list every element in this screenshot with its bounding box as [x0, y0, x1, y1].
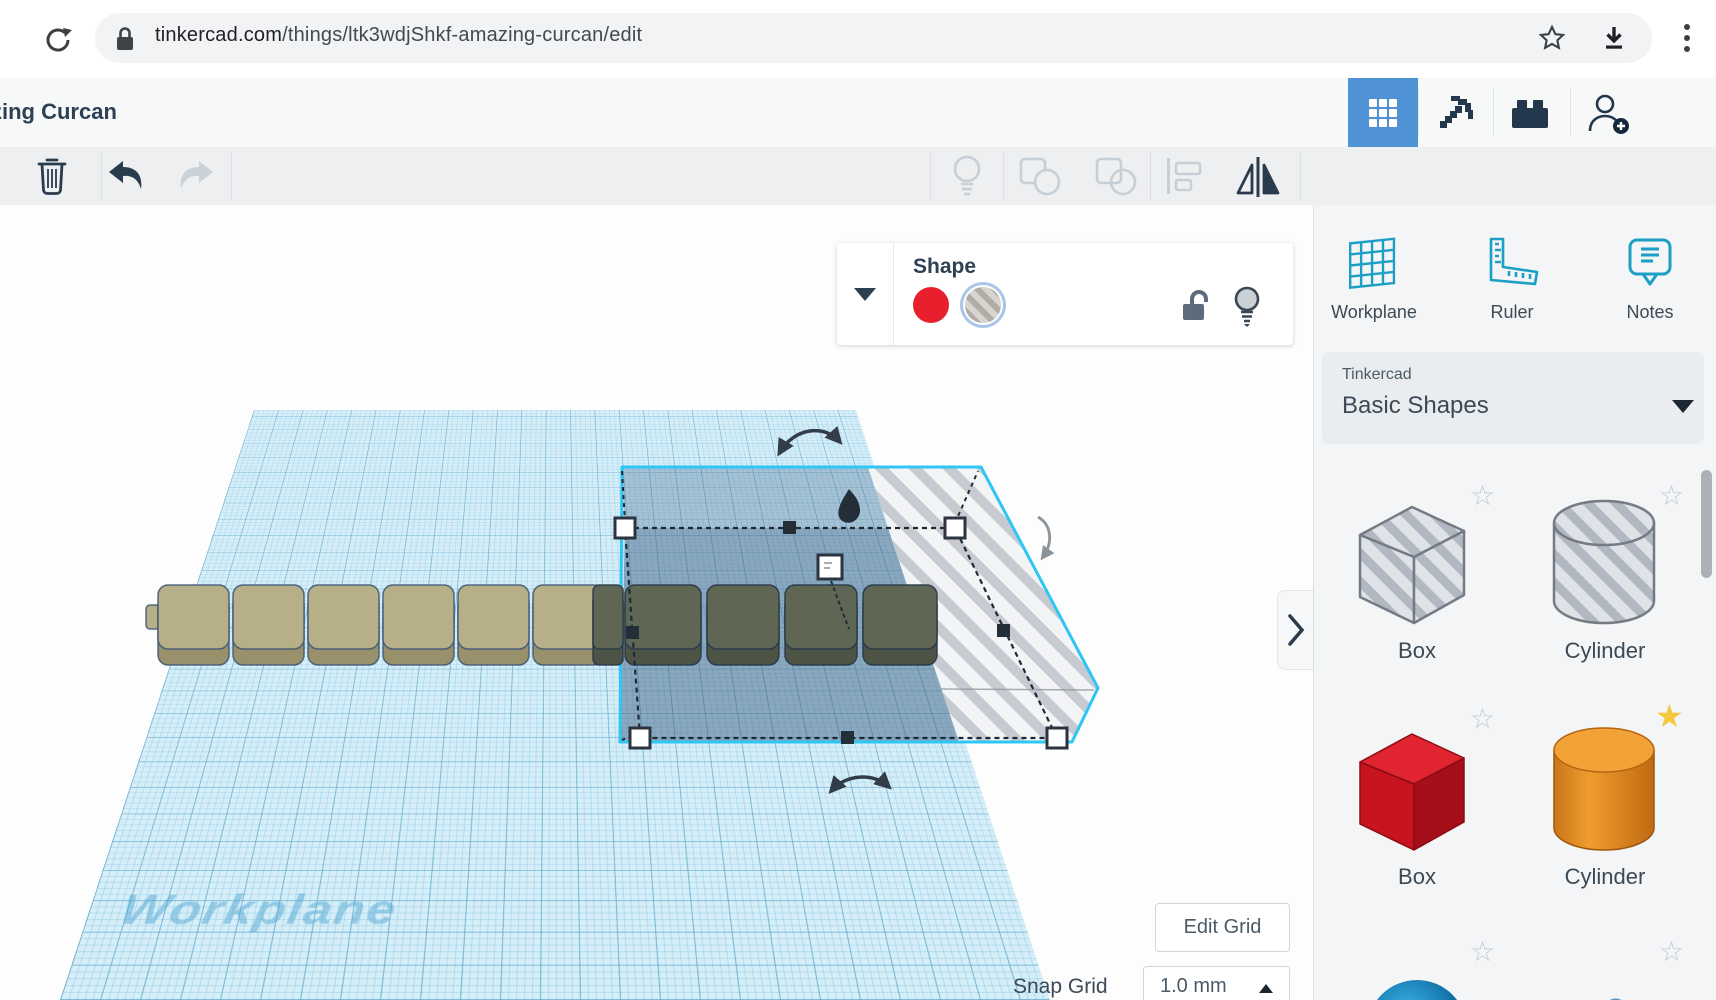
- edit-grid-button[interactable]: Edit Grid: [1155, 903, 1290, 952]
- tab-workplane[interactable]: Workplane: [1319, 235, 1429, 323]
- shape-label: Cylinder: [1535, 638, 1675, 664]
- url-path: /things/ltk3wdjShkf-amazing-curcan/edit: [282, 24, 642, 46]
- lightbulb-icon[interactable]: [1231, 285, 1263, 332]
- reload-icon[interactable]: [40, 22, 76, 58]
- panel-collapse-tab[interactable]: [1277, 590, 1313, 670]
- elevation-handle[interactable]: [818, 555, 842, 579]
- shape-item-orange-cylinder[interactable]: [1545, 722, 1663, 862]
- align-button[interactable]: [1160, 152, 1208, 200]
- tab-workplane-label: Workplane: [1319, 302, 1429, 323]
- shape-inspector-panel: Shape: [837, 243, 1293, 345]
- shape-item-hole-box[interactable]: [1352, 495, 1472, 635]
- color-swatch-red[interactable]: [913, 287, 949, 323]
- orange-cylinder-thumb: [1545, 722, 1663, 857]
- notes-icon: [1621, 235, 1679, 291]
- library-category: Basic Shapes: [1342, 392, 1489, 420]
- scribble-thumb: [1570, 982, 1690, 1000]
- favorite-star-filled-icon[interactable]: ★: [1655, 700, 1684, 732]
- align-icon: [1163, 156, 1205, 196]
- mirror-button[interactable]: [1233, 152, 1283, 200]
- app-header: zing Curcan: [0, 78, 1716, 148]
- inspector-collapse-button[interactable]: [837, 243, 894, 345]
- rotate-arrow-bottom[interactable]: [832, 777, 888, 790]
- shape-label: Cylinder: [1535, 864, 1675, 890]
- tile-row-tan[interactable]: [146, 585, 604, 665]
- url-domain: tinkercad.com: [155, 24, 282, 46]
- mirror-icon: [1234, 155, 1282, 197]
- person-add-icon: [1586, 91, 1630, 135]
- shape-library-select[interactable]: Tinkercad Basic Shapes: [1322, 352, 1704, 444]
- favorite-star-icon[interactable]: ☆: [1470, 482, 1495, 510]
- ungroup-icon: [1094, 156, 1138, 196]
- redo-icon: [176, 159, 216, 193]
- snap-grid-caret-icon[interactable]: [1259, 984, 1273, 993]
- shape-item-scribble-partial[interactable]: [1570, 982, 1690, 1000]
- undo-icon: [106, 159, 146, 193]
- rotate-arrow-right[interactable]: [1038, 517, 1050, 557]
- sphere-thumb: [1362, 972, 1472, 1000]
- lightbulb-outline-icon: [950, 154, 984, 198]
- favorite-star-icon[interactable]: ☆: [1659, 482, 1684, 510]
- download-icon[interactable]: [1596, 20, 1632, 56]
- snap-grid-select[interactable]: 1.0 mm: [1143, 966, 1290, 1000]
- grid-icon: [1367, 97, 1399, 129]
- hole-box-thumb: [1352, 495, 1472, 630]
- shape-item-red-box[interactable]: [1352, 722, 1472, 862]
- snap-grid-value: 1.0 mm: [1160, 975, 1227, 998]
- minecraft-export-button[interactable]: [1424, 78, 1488, 147]
- library-name: Tinkercad: [1342, 366, 1412, 384]
- editor-toolbar: Import Export Send To: [0, 147, 1716, 206]
- lock-icon[interactable]: [1180, 288, 1214, 329]
- url-text[interactable]: tinkercad.com/things/ltk3wdjShkf-amazing…: [155, 24, 642, 47]
- chevron-right-icon: [1285, 612, 1307, 648]
- ungroup-button[interactable]: [1092, 152, 1140, 200]
- favorite-star-icon[interactable]: ☆: [1659, 938, 1684, 966]
- tab-ruler[interactable]: Ruler: [1457, 235, 1567, 323]
- rotate-arrow-top[interactable]: [780, 431, 839, 452]
- inspector-title: Shape: [913, 255, 976, 279]
- tab-notes-label: Notes: [1595, 302, 1705, 323]
- shape-item-hole-cylinder[interactable]: [1545, 495, 1663, 635]
- undo-button[interactable]: [103, 152, 149, 200]
- shape-label: Box: [1347, 864, 1487, 890]
- share-invite-button[interactable]: [1576, 78, 1640, 147]
- shape-item-sphere-partial[interactable]: [1362, 972, 1472, 1000]
- chevron-down-icon: [1672, 400, 1694, 413]
- tile-row-olive[interactable]: [593, 585, 937, 665]
- tinkercad-editor-window: tinkercad.com/things/ltk3wdjShkf-amazing…: [0, 0, 1716, 1000]
- group-button[interactable]: [1016, 152, 1064, 200]
- redo-button[interactable]: [173, 152, 219, 200]
- ruler-icon: [1483, 235, 1541, 291]
- hole-cylinder-thumb: [1545, 495, 1663, 630]
- browser-chrome: tinkercad.com/things/ltk3wdjShkf-amazing…: [0, 0, 1716, 78]
- workplane-icon: [1345, 235, 1403, 291]
- sidebar-scrollbar[interactable]: [1701, 470, 1712, 578]
- red-box-thumb: [1352, 722, 1472, 857]
- favorite-star-icon[interactable]: ☆: [1470, 938, 1495, 966]
- browser-menu-icon[interactable]: [1672, 20, 1702, 56]
- shape-label: Box: [1347, 638, 1487, 664]
- chevron-down-icon: [854, 288, 876, 301]
- pickaxe-icon: [1436, 93, 1476, 133]
- delete-button[interactable]: [30, 152, 74, 200]
- group-icon: [1018, 156, 1062, 196]
- bookmark-star-icon[interactable]: [1534, 20, 1570, 56]
- dashboard-grid-button[interactable]: [1348, 78, 1418, 147]
- trash-icon: [33, 155, 71, 197]
- tab-notes[interactable]: Notes: [1595, 235, 1705, 323]
- snap-grid-label: Snap Grid: [1013, 975, 1108, 999]
- show-all-button[interactable]: [944, 152, 990, 200]
- design-title[interactable]: zing Curcan: [0, 99, 200, 129]
- brick-icon: [1510, 96, 1550, 130]
- tab-ruler-label: Ruler: [1457, 302, 1567, 323]
- lock-icon: [112, 24, 138, 54]
- hole-swatch-selected[interactable]: [965, 287, 1001, 323]
- favorite-star-icon[interactable]: ☆: [1470, 705, 1495, 733]
- brick-export-button[interactable]: [1498, 78, 1562, 147]
